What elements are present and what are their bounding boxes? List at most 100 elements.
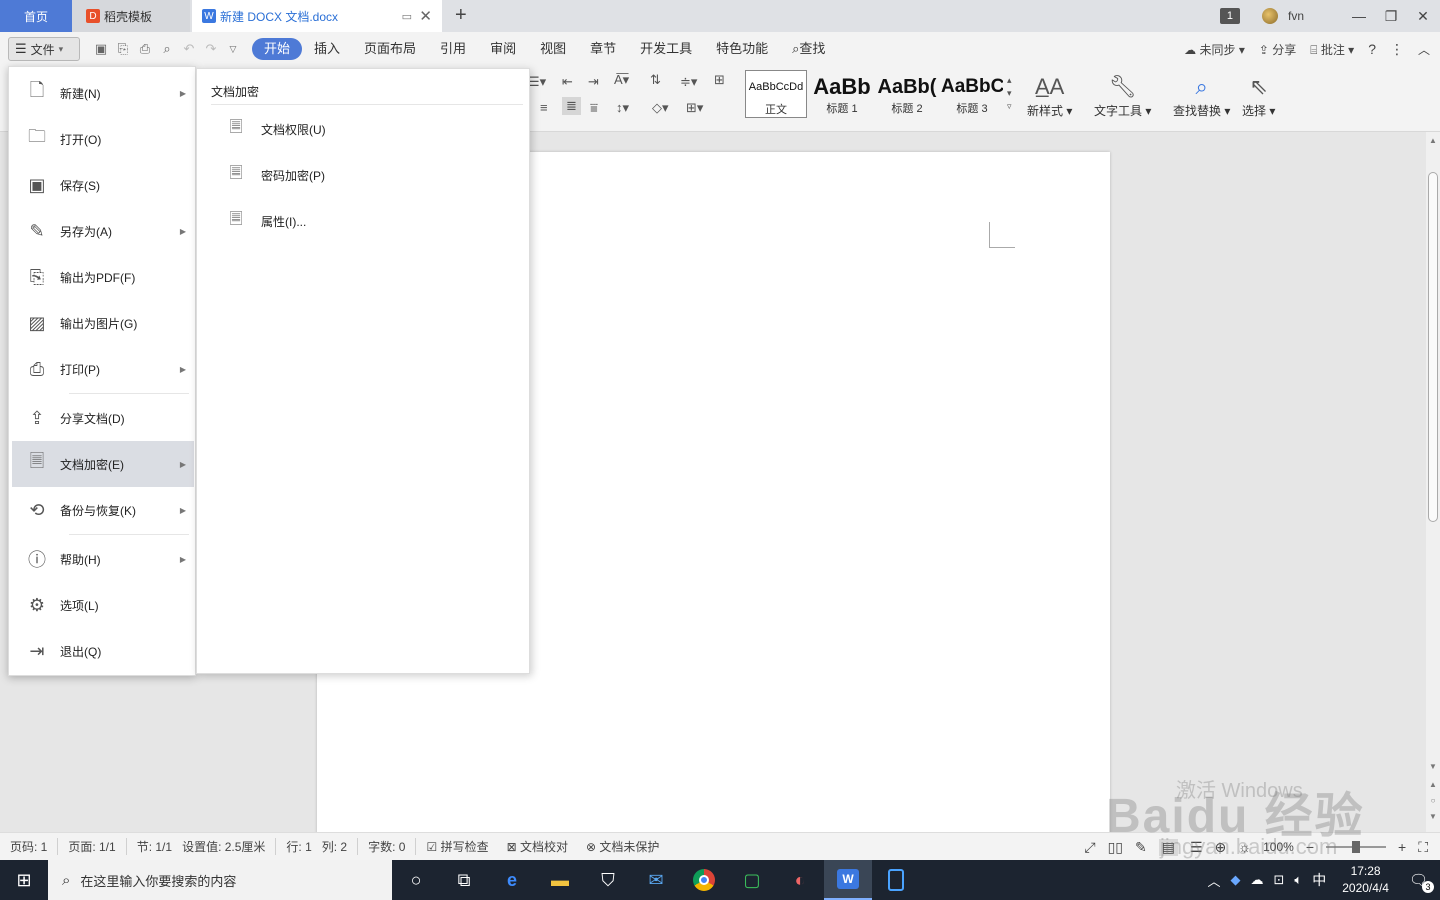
border-icon[interactable]: ⊞▾	[686, 100, 703, 116]
network-app-icon[interactable]: ◆	[1231, 872, 1241, 888]
ribbon-tab-references[interactable]: 引用	[428, 38, 478, 60]
scrollbar-thumb[interactable]	[1428, 172, 1438, 522]
ribbon-tab-developer[interactable]: 开发工具	[628, 38, 704, 60]
justify-icon[interactable]: ≣	[562, 97, 581, 115]
tray-expand-icon[interactable]: ︿	[1208, 871, 1221, 890]
tablet-icon[interactable]	[872, 860, 920, 900]
zoom-slider[interactable]	[1326, 841, 1386, 853]
submenu-properties[interactable]: 🗏︎ 属性(I)...	[225, 207, 307, 235]
zoom-level[interactable]: 100%	[1263, 840, 1294, 854]
layout-icon[interactable]: ⊞	[714, 72, 725, 88]
file-menu-share[interactable]: ⇪ 分享文档(D)	[12, 395, 194, 441]
scroll-up-icon[interactable]: ▲	[1426, 136, 1440, 145]
comment-button[interactable]: ⌸ 批注 ▾	[1310, 41, 1354, 58]
style-heading-3[interactable]: AaBbC( 标题 3	[941, 70, 1003, 118]
outline-view-icon[interactable]: ☰	[1190, 839, 1203, 856]
notification-button[interactable]: 🗨︎ 3	[1409, 871, 1434, 893]
more-icon[interactable]: ⋮	[1390, 41, 1404, 58]
web-view-icon[interactable]: ⊕	[1215, 839, 1227, 856]
text-direction-icon[interactable]: A͞▾	[614, 72, 629, 88]
paint-icon[interactable]: ◐	[776, 860, 824, 900]
collapse-ribbon-icon[interactable]: ︿	[1418, 41, 1430, 58]
iqiyi-icon[interactable]: ▢	[728, 860, 776, 900]
volume-icon[interactable]: 🔈︎	[1294, 872, 1302, 888]
float-window-icon[interactable]: ▭	[402, 10, 412, 23]
add-tab-icon[interactable]: +	[455, 4, 467, 27]
status-setting[interactable]: 设置值: 2.5厘米	[182, 838, 265, 855]
style-heading-2[interactable]: AaBb( 标题 2	[876, 70, 938, 118]
user-name[interactable]: fvn	[1288, 9, 1304, 23]
pen-icon[interactable]: ✎	[1135, 839, 1147, 856]
close-window-icon[interactable]: ✕	[1408, 8, 1438, 25]
file-menu-button[interactable]: ☰ 文件 ▾	[8, 37, 80, 61]
file-menu-print[interactable]: ⎙ 打印(P) ▶	[12, 346, 194, 392]
sync-button[interactable]: ☁ 未同步 ▾	[1184, 41, 1245, 58]
submenu-permissions[interactable]: 🗏︎ 文档权限(U)	[225, 115, 326, 143]
ribbon-tab-layout[interactable]: 页面布局	[352, 38, 428, 60]
ribbon-tab-section[interactable]: 章节	[578, 38, 628, 60]
wifi-icon[interactable]: ⊡	[1274, 872, 1285, 888]
next-page-icon[interactable]: ▼	[1426, 812, 1440, 821]
text-tools-button[interactable]: 🔧︎ 文字工具 ▾	[1094, 72, 1151, 119]
window-count-badge[interactable]: 1	[1219, 8, 1240, 24]
status-page-number[interactable]: 页码: 1	[10, 838, 47, 855]
tab-template[interactable]: D 稻壳模板	[72, 0, 190, 32]
task-view-icon[interactable]: ⧉	[440, 860, 488, 900]
cortana-icon[interactable]: ○	[392, 860, 440, 900]
quick-access-dropdown-icon[interactable]: ▽	[222, 44, 244, 55]
clock[interactable]: 17:28 2020/4/4	[1342, 863, 1389, 897]
ribbon-tab-insert[interactable]: 插入	[302, 38, 352, 60]
help-icon[interactable]: ?	[1368, 41, 1376, 57]
tab-home[interactable]: 首页	[0, 0, 72, 32]
eye-protect-icon[interactable]: ☼	[1238, 839, 1251, 855]
output-icon[interactable]: ⎘	[112, 41, 134, 57]
protection-button[interactable]: ⊗ 文档未保护	[586, 838, 659, 855]
browse-object-icon[interactable]: ○	[1426, 796, 1440, 805]
ribbon-search[interactable]: ⌕查找	[780, 38, 837, 60]
style-heading-1[interactable]: AaBb 标题 1	[811, 70, 873, 118]
increase-indent-icon[interactable]: ⇥	[588, 74, 599, 90]
find-replace-button[interactable]: ⌕ 查找替换 ▾	[1173, 72, 1230, 119]
redo-icon[interactable]: ↷	[200, 41, 222, 57]
bullet-list-icon[interactable]: ☰▾	[528, 74, 546, 90]
ribbon-tab-features[interactable]: 特色功能	[704, 38, 780, 60]
save-icon[interactable]: ▣	[90, 41, 112, 57]
print-preview-icon[interactable]: ⌕	[156, 41, 178, 57]
avatar[interactable]	[1261, 8, 1278, 24]
fullscreen-icon[interactable]: ⤢	[1084, 839, 1095, 856]
taskbar-search[interactable]: ⌕ 在这里输入你要搜索的内容	[48, 860, 392, 900]
vertical-scrollbar[interactable]: ▲ ▼ ▲ ○ ▼	[1426, 132, 1440, 832]
status-pages[interactable]: 页面: 1/1	[57, 838, 116, 855]
file-menu-encrypt[interactable]: 🗏︎ 文档加密(E) ▶	[12, 441, 194, 487]
restore-icon[interactable]: ❐	[1376, 8, 1406, 25]
status-row[interactable]: 行: 1	[275, 838, 312, 855]
wps-writer-icon[interactable]: W	[824, 860, 872, 900]
reading-view-icon[interactable]: ▯▯	[1108, 839, 1123, 856]
status-col[interactable]: 列: 2	[322, 838, 347, 855]
file-menu-save[interactable]: ▣ 保存(S)	[12, 162, 194, 208]
spell-check-button[interactable]: ☑ 拼写检查	[415, 838, 489, 855]
mail-icon[interactable]: ✉	[632, 860, 680, 900]
style-scroll-icon[interactable]: ▴ ▾ ▿	[1007, 74, 1012, 113]
file-menu-exit[interactable]: ⇥ 退出(Q)	[12, 628, 194, 674]
file-menu-backup[interactable]: ⟲ 备份与恢复(K) ▶	[12, 487, 194, 533]
zoom-slider-thumb[interactable]	[1352, 841, 1360, 853]
ime-indicator[interactable]: 中	[1312, 870, 1326, 890]
printer-icon[interactable]: ⎙	[134, 41, 156, 57]
close-tab-icon[interactable]: ✕	[419, 7, 432, 25]
file-explorer-icon[interactable]: ▬	[536, 860, 584, 900]
zoom-out-icon[interactable]: −	[1306, 839, 1314, 855]
file-menu-help[interactable]: ⓘ 帮助(H) ▶	[12, 536, 194, 582]
sort-icon[interactable]: ⇅	[650, 72, 661, 88]
file-menu-export-image[interactable]: ▨ 输出为图片(G)	[12, 300, 194, 346]
prev-page-icon[interactable]: ▲	[1426, 780, 1440, 789]
align-right-icon[interactable]: ≡	[540, 100, 548, 115]
file-menu-options[interactable]: ⚙︎ 选项(L)	[12, 582, 194, 628]
file-menu-new[interactable]: 🗋︎ 新建(N) ▶	[12, 70, 194, 116]
scroll-down-icon[interactable]: ▼	[1426, 762, 1440, 771]
new-style-button[interactable]: A̲A 新样式 ▾	[1027, 72, 1072, 119]
ribbon-tab-review[interactable]: 审阅	[478, 38, 528, 60]
file-menu-export-pdf[interactable]: ⎘ 输出为PDF(F)	[12, 254, 194, 300]
fit-window-icon[interactable]: ⛶	[1418, 839, 1428, 856]
store-icon[interactable]: ⛉	[584, 860, 632, 900]
